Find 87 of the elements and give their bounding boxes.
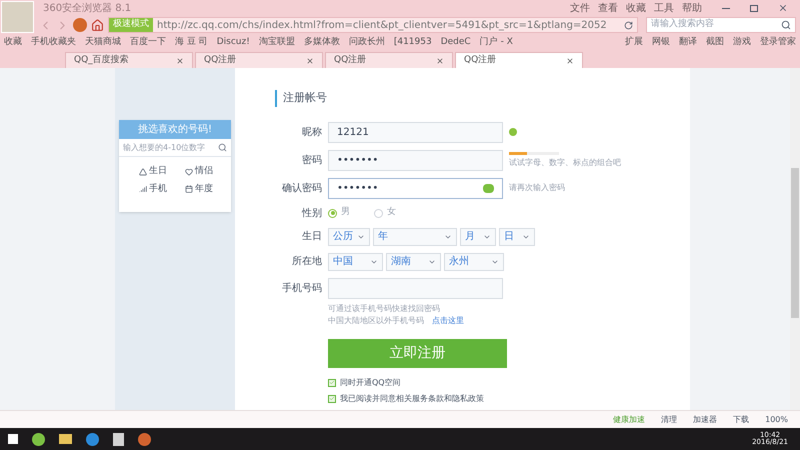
- phone-note: 中国大陆地区以外手机号码: [328, 314, 424, 326]
- bookmark-item[interactable]: 问政长州: [348, 36, 385, 50]
- checkbox[interactable]: [328, 378, 336, 386]
- bookmark-item[interactable]: 收藏: [4, 36, 22, 50]
- dropdown[interactable]: 日: [499, 228, 535, 246]
- field-label: 性别: [300, 206, 322, 220]
- phone-note: 可通过该手机号码快速找回密码: [328, 302, 441, 314]
- number-filter[interactable]: 生日: [149, 165, 167, 178]
- radio-label: 女: [387, 206, 396, 220]
- toolbar-item[interactable]: 扩展: [625, 36, 643, 50]
- number-filter[interactable]: 年度: [195, 182, 213, 196]
- close-icon[interactable]: [778, 3, 788, 13]
- field-label: 生日: [301, 230, 322, 244]
- browser-tab[interactable]: QQ_百度搜索: [65, 52, 193, 68]
- filter-icon: [185, 185, 193, 194]
- dropdown[interactable]: 月: [460, 228, 496, 246]
- menu-item[interactable]: 收藏: [626, 0, 646, 16]
- menu-item[interactable]: 查看: [598, 0, 618, 16]
- sidebar-banner: 挑选喜欢的号码!: [119, 120, 231, 139]
- field-label: 密码: [301, 154, 322, 168]
- browser-tab[interactable]: QQ注册: [455, 52, 583, 68]
- toolbar-item[interactable]: 截图: [706, 36, 724, 50]
- window-title: 360安全浏览器 8.1: [43, 2, 132, 16]
- search-icon[interactable]: [218, 143, 227, 152]
- status-item[interactable]: 清理: [661, 414, 678, 426]
- filter-icon: [139, 168, 147, 176]
- number-filter[interactable]: 手机: [149, 182, 167, 196]
- bookmark-item[interactable]: [411953: [394, 36, 432, 50]
- bookmark-item[interactable]: 天猫商城: [85, 36, 121, 50]
- radio-label: 男: [341, 206, 350, 220]
- bookmark-item[interactable]: 海 豆 司: [175, 36, 208, 50]
- toolbar-item[interactable]: 网银: [652, 36, 670, 50]
- field-label: 手机号码: [281, 282, 322, 296]
- bookmark-item[interactable]: DedeC: [440, 36, 471, 50]
- field-label: 确认密码: [281, 182, 322, 196]
- scrollbar[interactable]: [790, 68, 800, 410]
- agreement-label: 同时开通QQ空间: [340, 376, 401, 388]
- browser-tab[interactable]: QQ注册: [195, 52, 323, 68]
- toolbar-item[interactable]: 翻译: [679, 36, 697, 50]
- checkbox[interactable]: [328, 394, 336, 402]
- input-field[interactable]: [328, 278, 503, 298]
- dropdown[interactable]: 永州: [444, 252, 504, 270]
- home-icon[interactable]: [91, 18, 104, 32]
- url-text: http://zc.qq.com/chs/index.html?from=client&pt_clientver=5491&pt_src=1&ptlang=2052: [156, 18, 608, 32]
- bookmark-item[interactable]: 门户 - X: [480, 36, 513, 50]
- close-icon[interactable]: [436, 56, 444, 64]
- close-icon[interactable]: [306, 56, 314, 64]
- filter-icon: [139, 185, 147, 194]
- filter-icon: [185, 168, 193, 176]
- menu-item[interactable]: 工具: [654, 0, 674, 16]
- bookmark-item[interactable]: 百度一下: [130, 36, 166, 50]
- address-bar[interactable]: 极速模式 http://zc.qq.com/chs/index.html?from=client&pt_clientver=5491&pt_src=1&ptlang=2052: [108, 17, 638, 33]
- radio-button[interactable]: [374, 208, 383, 218]
- input-field[interactable]: 12121: [328, 122, 503, 142]
- field-label: 昵称: [301, 126, 322, 140]
- bookmark-item[interactable]: 淘宝联盟: [258, 36, 295, 50]
- password-hint: 试试字母、数字、标点的组合吧: [509, 156, 621, 168]
- toolbar-item[interactable]: 登录管家: [760, 36, 796, 50]
- status-item[interactable]: 健康加速: [613, 414, 646, 426]
- bookmark-item[interactable]: Discuz!: [216, 36, 250, 50]
- menu-item[interactable]: 帮助: [682, 0, 702, 16]
- section-title: 注册帐号: [275, 90, 690, 106]
- dropdown[interactable]: 中国: [328, 252, 383, 270]
- close-icon[interactable]: [176, 56, 184, 64]
- close-icon[interactable]: [566, 56, 574, 64]
- bookmark-item[interactable]: 多媒体教: [304, 36, 340, 50]
- confirm-hint: 请再次输入密码: [509, 182, 565, 194]
- bookmark-item[interactable]: 手机收藏夹: [31, 36, 76, 50]
- dropdown[interactable]: 湖南: [386, 252, 441, 270]
- number-filter[interactable]: 情侣: [195, 165, 213, 178]
- toolbar-item[interactable]: 游戏: [733, 36, 751, 50]
- agreement-label: 我已阅读并同意相关服务条款和隐私政策: [340, 392, 484, 404]
- menu-item[interactable]: 文件: [570, 0, 590, 16]
- radio-button[interactable]: [328, 208, 337, 218]
- refresh-icon[interactable]: [624, 20, 633, 30]
- dropdown[interactable]: 年: [373, 228, 457, 246]
- dropdown[interactable]: 公历: [328, 228, 370, 246]
- field-label: 所在地: [291, 254, 322, 269]
- browser-tab[interactable]: QQ注册: [325, 52, 453, 68]
- status-item[interactable]: 加速器: [693, 414, 718, 426]
- search-icon[interactable]: [781, 20, 791, 30]
- zoom-level[interactable]: 100%: [765, 414, 788, 426]
- help-link[interactable]: 点击这里: [432, 314, 464, 326]
- status-item[interactable]: 下载: [733, 414, 750, 426]
- input-field[interactable]: •••••••: [328, 178, 503, 198]
- input-field[interactable]: •••••••: [328, 150, 503, 170]
- maximize-icon[interactable]: [750, 4, 758, 12]
